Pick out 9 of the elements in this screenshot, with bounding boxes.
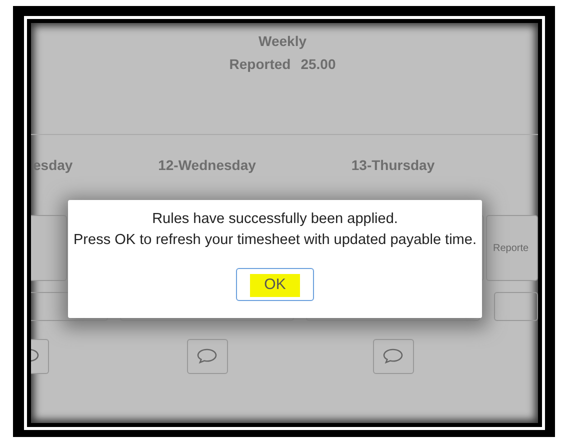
reported-label: Reported: [229, 56, 291, 72]
dialog-message: Rules have successfully been applied.: [152, 211, 398, 227]
reported-tile: Reporte: [486, 215, 538, 281]
dialog-message: Press OK to refresh your timesheet with updated payable time.: [74, 232, 476, 248]
day-header: 12-Wednesday: [158, 157, 256, 173]
day-header: 13-Thursday: [351, 157, 435, 173]
ok-button[interactable]: OK: [236, 268, 314, 301]
reported-value: 25.00: [300, 56, 336, 72]
summary-title: Weekly: [258, 33, 306, 49]
